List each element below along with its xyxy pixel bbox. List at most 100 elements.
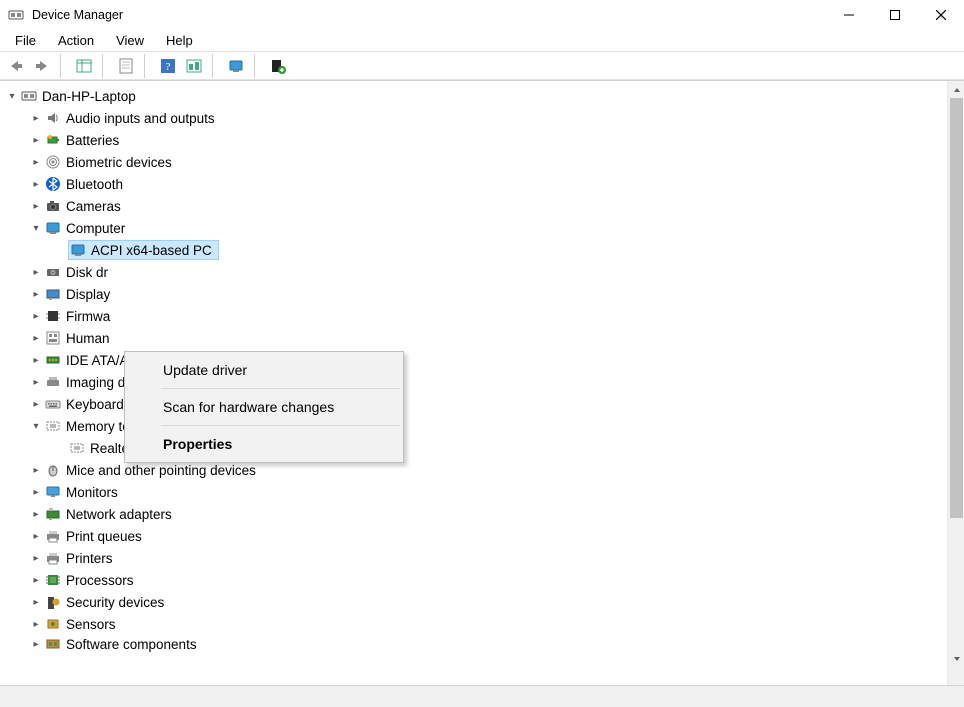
tree-category-print-queues[interactable]: ▸ Print queues [4, 525, 947, 547]
tree-label: Audio inputs and outputs [66, 111, 215, 126]
tree-label: Monitors [66, 485, 118, 500]
tree-category-security[interactable]: ▸ Security devices [4, 591, 947, 613]
action-button[interactable] [182, 54, 206, 78]
tree-label: Disk dr [66, 265, 108, 280]
content-area: ▾ Dan-HP-Laptop ▸ Audio inputs and outpu… [0, 80, 964, 685]
scroll-thumb[interactable] [950, 98, 963, 518]
chevron-right-icon[interactable]: ▸ [28, 528, 44, 544]
tree-device-acpi-pc[interactable]: ACPI x64-based PC [4, 239, 947, 261]
chevron-right-icon[interactable]: ▸ [28, 308, 44, 324]
tree-root[interactable]: ▾ Dan-HP-Laptop [4, 85, 947, 107]
scroll-up-arrow-icon[interactable] [948, 81, 964, 98]
vertical-scrollbar[interactable] [947, 81, 964, 685]
tree-label: Print queues [66, 529, 142, 544]
chevron-right-icon[interactable]: ▸ [28, 462, 44, 478]
context-menu-separator [161, 388, 400, 389]
help-button[interactable]: ? [156, 54, 180, 78]
add-hardware-button[interactable] [266, 54, 290, 78]
menu-action[interactable]: Action [49, 31, 103, 50]
tree-category-bluetooth[interactable]: ▸ Bluetooth [4, 173, 947, 195]
tree-category-network[interactable]: ▸ Network adapters [4, 503, 947, 525]
display-adapter-icon [44, 285, 62, 303]
chevron-right-icon[interactable]: ▸ [28, 506, 44, 522]
forward-button[interactable] [30, 54, 54, 78]
scan-hardware-button[interactable] [224, 54, 248, 78]
chevron-right-icon[interactable]: ▸ [28, 484, 44, 500]
show-hide-console-button[interactable] [72, 54, 96, 78]
tree-label: Software components [66, 637, 197, 652]
chevron-right-icon[interactable]: ▸ [28, 594, 44, 610]
context-menu-update-driver[interactable]: Update driver [127, 354, 401, 386]
expander-empty [52, 440, 68, 456]
chevron-right-icon[interactable]: ▸ [28, 198, 44, 214]
tree-category-audio[interactable]: ▸ Audio inputs and outputs [4, 107, 947, 129]
device-manager-icon [8, 7, 24, 23]
tree-category-processors[interactable]: ▸ Processors [4, 569, 947, 591]
tree-category-hid[interactable]: ▸ Human [4, 327, 947, 349]
monitor-icon [44, 483, 62, 501]
tree-label: Sensors [66, 617, 116, 632]
tree-category-firmware[interactable]: ▸ Firmwa [4, 305, 947, 327]
maximize-button[interactable] [872, 0, 918, 30]
chevron-right-icon[interactable]: ▸ [28, 616, 44, 632]
chevron-right-icon[interactable]: ▸ [28, 264, 44, 280]
chevron-down-icon[interactable]: ▾ [28, 418, 44, 434]
svg-text:?: ? [166, 61, 171, 73]
tree-category-batteries[interactable]: ▸ Batteries [4, 129, 947, 151]
tree-category-software-components[interactable]: ▸ Software components [4, 635, 947, 653]
tree-label: Display [66, 287, 110, 302]
tree-category-cameras[interactable]: ▸ Cameras [4, 195, 947, 217]
expander-empty [52, 242, 68, 258]
menubar: File Action View Help [0, 30, 964, 52]
menu-view[interactable]: View [107, 31, 153, 50]
chevron-right-icon[interactable]: ▸ [28, 154, 44, 170]
cpu-icon [44, 571, 62, 589]
context-menu-scan-hardware[interactable]: Scan for hardware changes [127, 391, 401, 423]
chevron-right-icon[interactable]: ▸ [28, 572, 44, 588]
chevron-right-icon[interactable]: ▸ [28, 374, 44, 390]
tree-label: Biometric devices [66, 155, 172, 170]
tree-category-printers[interactable]: ▸ Printers [4, 547, 947, 569]
fingerprint-icon [44, 153, 62, 171]
titlebar: Device Manager [0, 0, 964, 30]
menu-help[interactable]: Help [157, 31, 202, 50]
memory-icon [68, 439, 86, 457]
chevron-right-icon[interactable]: ▸ [28, 330, 44, 346]
chevron-down-icon[interactable]: ▾ [4, 88, 20, 104]
battery-icon [44, 131, 62, 149]
chevron-right-icon[interactable]: ▸ [28, 352, 44, 368]
menu-file[interactable]: File [6, 31, 45, 50]
chevron-right-icon[interactable]: ▸ [28, 286, 44, 302]
chevron-right-icon[interactable]: ▸ [28, 550, 44, 566]
chevron-down-icon[interactable]: ▾ [28, 220, 44, 236]
hid-icon [44, 329, 62, 347]
context-menu-properties[interactable]: Properties [127, 428, 401, 460]
network-icon [44, 505, 62, 523]
chevron-right-icon[interactable]: ▸ [28, 132, 44, 148]
sensor-icon [44, 615, 62, 633]
bluetooth-icon [44, 175, 62, 193]
tree-category-monitors[interactable]: ▸ Monitors [4, 481, 947, 503]
tree-category-sensors[interactable]: ▸ Sensors [4, 613, 947, 635]
tree-category-biometric[interactable]: ▸ Biometric devices [4, 151, 947, 173]
tree-category-disk-drives[interactable]: ▸ Disk dr [4, 261, 947, 283]
scroll-down-arrow-icon[interactable] [948, 650, 964, 667]
chevron-right-icon[interactable]: ▸ [28, 636, 44, 652]
camera-icon [44, 197, 62, 215]
tree-label: Firmwa [66, 309, 110, 324]
properties-button[interactable] [114, 54, 138, 78]
minimize-button[interactable] [826, 0, 872, 30]
tree-category-computer[interactable]: ▾ Computer [4, 217, 947, 239]
tree-label: Computer [66, 221, 125, 236]
tree-label: Bluetooth [66, 177, 123, 192]
close-button[interactable] [918, 0, 964, 30]
back-button[interactable] [4, 54, 28, 78]
chevron-right-icon[interactable]: ▸ [28, 176, 44, 192]
tree-category-display[interactable]: ▸ Display [4, 283, 947, 305]
tree-label: Mice and other pointing devices [66, 463, 256, 478]
ide-icon [44, 351, 62, 369]
chevron-right-icon[interactable]: ▸ [28, 396, 44, 412]
scanner-icon [44, 373, 62, 391]
chevron-right-icon[interactable]: ▸ [28, 110, 44, 126]
context-menu-separator [161, 425, 400, 426]
